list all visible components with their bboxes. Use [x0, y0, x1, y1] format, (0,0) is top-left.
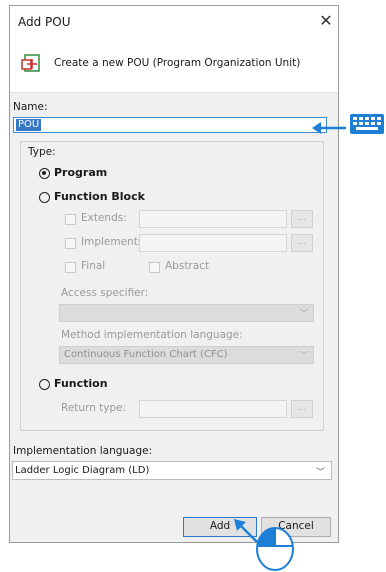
final-label: Final — [81, 260, 106, 272]
type-group: Type: Program Function Block Extends: ..… — [20, 141, 324, 431]
extends-field[interactable] — [139, 210, 287, 228]
method-impl-language-label: Method implementation language: — [61, 329, 243, 341]
chevron-down-icon: ﹀ — [300, 351, 308, 360]
close-button[interactable]: ✕ — [316, 11, 336, 31]
implements-field[interactable] — [139, 234, 287, 252]
implements-browse-button[interactable]: ... — [291, 234, 313, 252]
impl-language-combo[interactable]: Ladder Logic Diagram (LD) ﹀ — [12, 461, 332, 480]
name-label: Name: — [13, 101, 48, 113]
return-type-browse-button[interactable]: ... — [291, 400, 313, 418]
return-type-label: Return type: — [61, 402, 127, 414]
dialog-header: Create a new POU (Program Organization U… — [10, 38, 338, 93]
extends-checkbox[interactable] — [65, 214, 76, 225]
mouse-icon — [256, 527, 294, 571]
name-input[interactable]: POU — [13, 117, 327, 133]
chevron-down-icon: ﹀ — [300, 309, 308, 318]
add-pou-dialog: Add POU ✕ Create a new POU (Program Orga… — [9, 5, 339, 543]
impl-language-value: Ladder Logic Diagram (LD) — [15, 465, 150, 476]
abstract-checkbox[interactable] — [149, 262, 160, 273]
program-label[interactable]: Program — [54, 166, 107, 179]
impl-language-label: Implementation language: — [13, 445, 153, 457]
implements-checkbox[interactable] — [65, 238, 76, 249]
header-description: Create a new POU (Program Organization U… — [54, 57, 301, 69]
abstract-label: Abstract — [165, 260, 210, 272]
dialog-title: Add POU — [18, 15, 71, 29]
title-bar: Add POU ✕ — [10, 6, 338, 38]
function-block-label[interactable]: Function Block — [54, 190, 145, 203]
final-checkbox[interactable] — [65, 262, 76, 273]
implements-label: Implements: — [81, 236, 147, 248]
access-specifier-label: Access specifier: — [61, 287, 149, 299]
access-specifier-combo[interactable]: ﹀ — [59, 304, 314, 322]
function-label[interactable]: Function — [54, 377, 108, 390]
name-input-value: POU — [16, 119, 42, 131]
return-type-field[interactable] — [139, 400, 287, 418]
pou-icon — [21, 54, 40, 72]
method-impl-language-combo[interactable]: Continuous Function Chart (CFC) ﹀ — [59, 346, 314, 364]
keyboard-icon — [350, 114, 384, 134]
extends-label: Extends: — [81, 212, 127, 224]
function-block-radio[interactable] — [39, 192, 50, 203]
dialog-body: Name: POU Type: Program Function Block E… — [10, 93, 338, 542]
function-radio[interactable] — [39, 379, 50, 390]
extends-browse-button[interactable]: ... — [291, 210, 313, 228]
chevron-down-icon: ﹀ — [315, 468, 325, 478]
program-radio[interactable] — [39, 168, 50, 179]
type-label: Type: — [28, 146, 56, 158]
method-impl-language-value: Continuous Function Chart (CFC) — [64, 349, 228, 360]
